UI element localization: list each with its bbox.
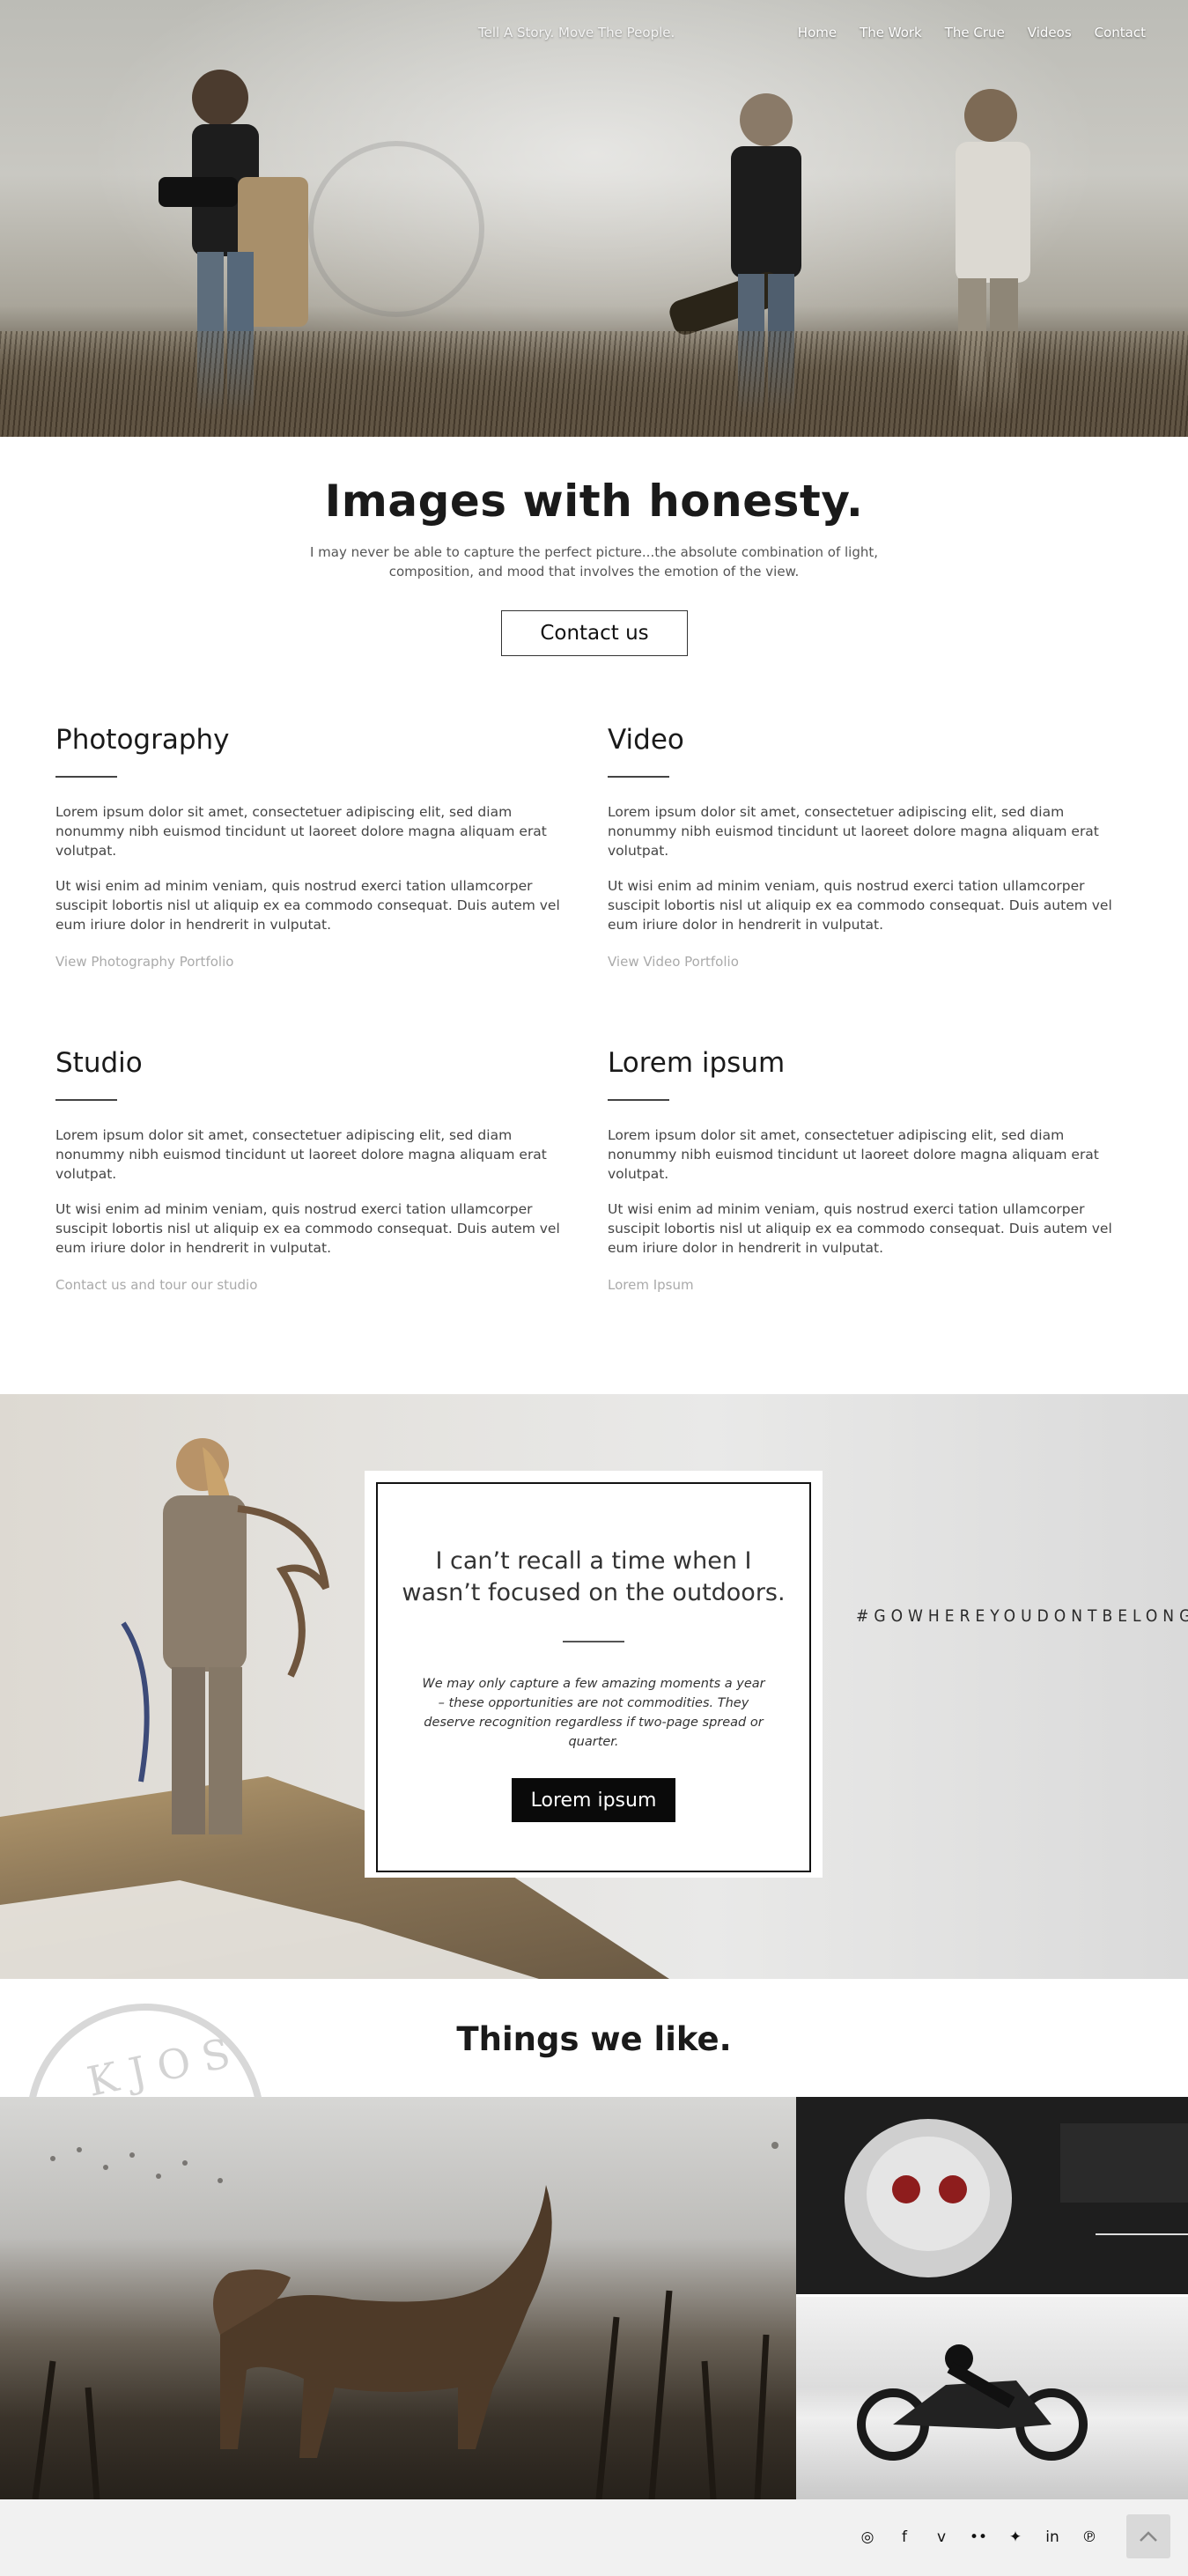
flickr-icon[interactable]: ••	[968, 2528, 989, 2546]
divider	[563, 1641, 624, 1642]
divider	[608, 776, 669, 778]
nav-the-work[interactable]: The Work	[860, 25, 922, 41]
pinterest-icon[interactable]: ℗	[1079, 2528, 1100, 2546]
hero-banner: Tell A Story. Move The People. Home The …	[0, 0, 1188, 437]
things-heading: Things we like.	[456, 2020, 732, 2058]
vimeo-icon[interactable]: v	[931, 2528, 952, 2546]
social-links: ◎ f v •• ✦ in ℗	[857, 2528, 1100, 2546]
service-lorem-ipsum: Lorem ipsum Lorem ipsum dolor sit amet, …	[608, 1047, 1123, 1293]
service-text: Ut wisi enim ad minim veniam, quis nostr…	[55, 878, 560, 933]
service-text: Lorem ipsum dolor sit amet, consectetuer…	[55, 804, 547, 859]
gallery-image-motorcycle[interactable]	[796, 2297, 1188, 2499]
service-video: Video Lorem ipsum dolor sit amet, consec…	[608, 724, 1123, 970]
service-text: Ut wisi enim ad minim veniam, quis nostr…	[608, 878, 1112, 933]
nav-home[interactable]: Home	[798, 25, 837, 41]
gallery-image-skull-ring[interactable]	[796, 2097, 1188, 2294]
divider	[55, 776, 117, 778]
gallery-image-dog[interactable]	[0, 2097, 796, 2499]
nav-the-crue[interactable]: The Crue	[945, 25, 1005, 41]
service-title: Video	[608, 724, 684, 756]
divider	[608, 1099, 669, 1101]
service-text: Lorem ipsum dolor sit amet, consectetuer…	[55, 1127, 547, 1182]
nav-contact[interactable]: Contact	[1095, 25, 1146, 41]
dog-illustration	[32, 2142, 778, 2499]
intro-heading: Images with honesty.	[324, 476, 864, 527]
chevron-up-icon	[1140, 2531, 1157, 2542]
contact-us-button[interactable]: Contact us	[501, 610, 688, 656]
divider	[55, 1099, 117, 1101]
service-link[interactable]: Lorem Ipsum	[608, 1277, 1123, 1293]
service-link[interactable]: View Photography Portfolio	[55, 954, 571, 970]
service-studio: Studio Lorem ipsum dolor sit amet, conse…	[55, 1047, 571, 1293]
quote-heading: I can’t recall a time when I wasn’t focu…	[402, 1547, 786, 1606]
hunter-figure	[121, 1438, 329, 1834]
nav-videos[interactable]: Videos	[1028, 25, 1072, 41]
grass-foreground	[0, 331, 1188, 437]
quote-card: I can’t recall a time when I wasn’t focu…	[365, 1471, 823, 1878]
service-text: Lorem ipsum dolor sit amet, consectetuer…	[608, 1127, 1099, 1182]
service-link[interactable]: View Video Portfolio	[608, 954, 1123, 970]
twitter-icon[interactable]: ✦	[1005, 2528, 1026, 2546]
lorem-ipsum-button[interactable]: Lorem ipsum	[512, 1778, 675, 1822]
instagram-icon[interactable]: ◎	[857, 2528, 878, 2546]
facebook-icon[interactable]: f	[894, 2528, 915, 2546]
main-nav: Home The Work The Crue Videos Contact	[798, 25, 1146, 41]
motorcycle-illustration	[857, 2344, 1088, 2461]
service-title: Studio	[55, 1047, 143, 1079]
site-tagline: Tell A Story. Move The People.	[478, 25, 675, 41]
intro-text: I may never be able to capture the perfe…	[309, 544, 879, 579]
background-stamp	[308, 141, 484, 317]
service-photography: Photography Lorem ipsum dolor sit amet, …	[55, 724, 571, 970]
quote-text: We may only capture a few amazing moment…	[422, 1677, 765, 1749]
service-title: Lorem ipsum	[608, 1047, 786, 1079]
skull-ring-illustration	[845, 2119, 1188, 2277]
promo-banner: #GOWHEREYOUDONTBELONG I can’t recall a t…	[0, 1394, 1188, 1979]
footer: ◎ f v •• ✦ in ℗	[0, 2499, 1188, 2576]
service-text: Ut wisi enim ad minim veniam, quis nostr…	[55, 1201, 560, 1256]
quote-card-frame: I can’t recall a time when I wasn’t focu…	[376, 1482, 811, 1872]
linkedin-icon[interactable]: in	[1042, 2528, 1063, 2546]
service-text: Ut wisi enim ad minim veniam, quis nostr…	[608, 1201, 1112, 1256]
service-title: Photography	[55, 724, 230, 756]
back-to-top-button[interactable]	[1126, 2514, 1170, 2558]
service-link[interactable]: Contact us and tour our studio	[55, 1277, 571, 1293]
hashtag-text: #GOWHEREYOUDONTBELONG	[856, 1606, 1188, 1626]
service-text: Lorem ipsum dolor sit amet, consectetuer…	[608, 804, 1099, 859]
